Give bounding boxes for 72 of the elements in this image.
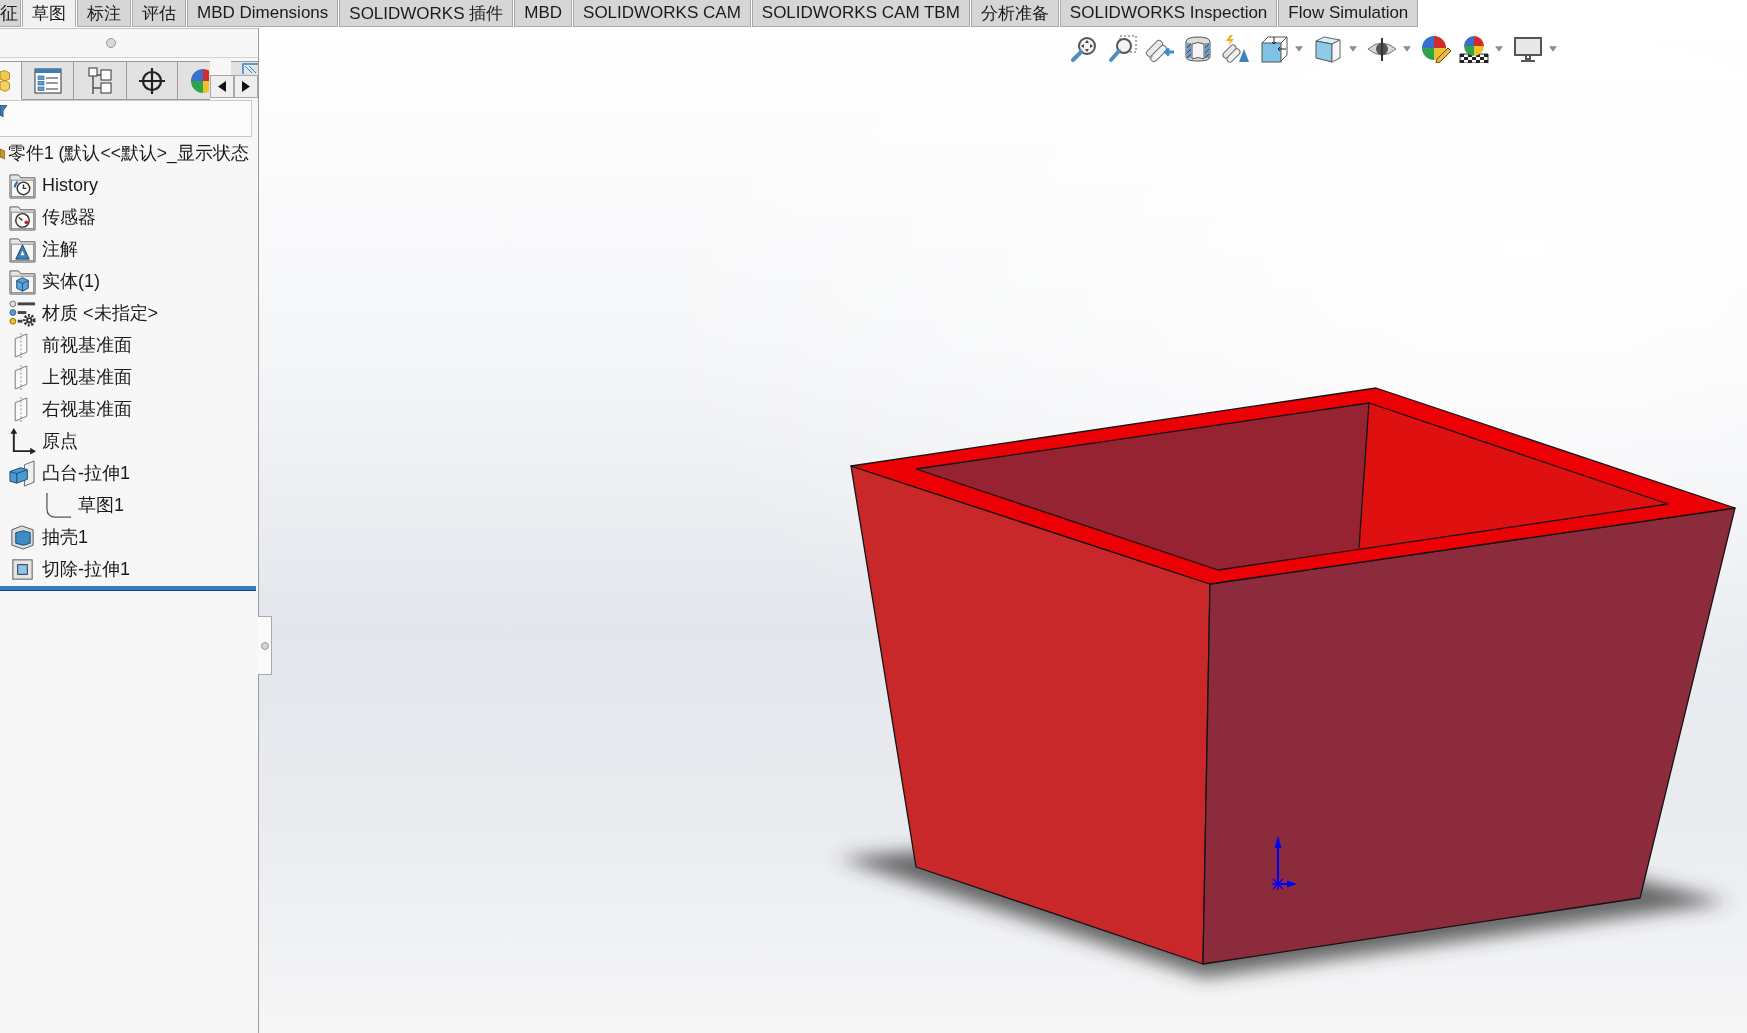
monitor-icon[interactable] [1513, 35, 1543, 63]
grip-icon [260, 641, 269, 650]
ribbon-tab[interactable]: 标注 [77, 0, 131, 27]
tree-item[interactable]: 凸台-拉伸1 [9, 458, 130, 488]
cube-arrow-icon[interactable] [1259, 35, 1289, 63]
cut-cylinder-icon[interactable] [1183, 35, 1213, 63]
ribbon-tab[interactable]: 征 [0, 0, 21, 27]
ribbon-tab[interactable]: MBD Dimensions [187, 0, 339, 27]
grip-icon[interactable] [106, 38, 116, 48]
folder-gauge-icon [9, 203, 36, 231]
magnifier-icon[interactable] [1069, 35, 1099, 63]
caret-icon[interactable] [1549, 46, 1557, 52]
cubes-icon [0, 69, 10, 92]
ribbon-tab[interactable]: MBD [514, 0, 573, 27]
rollback-bar[interactable] [0, 586, 256, 591]
tree-item[interactable]: 前视基准面 [9, 330, 132, 360]
plane-icon [14, 395, 28, 423]
eye-icon[interactable] [1367, 35, 1397, 63]
panel-splitter-handle[interactable] [258, 616, 272, 675]
sketch-curve-icon [45, 491, 72, 519]
axis-triad-icon [1271, 836, 1297, 891]
hollow-box-icon [9, 523, 36, 551]
tree-item[interactable]: 注解 [9, 234, 78, 264]
axes-icon [9, 427, 36, 455]
plane-icon [14, 363, 28, 391]
block-plate-icon [9, 459, 36, 487]
ribbon-tab[interactable]: 评估 [132, 0, 186, 27]
caret-right-icon [242, 81, 250, 92]
globe-icon [189, 67, 209, 94]
funnel-icon [0, 105, 7, 117]
tree-item[interactable]: 草图1 [45, 490, 124, 520]
tree-root-item[interactable]: 零件1 (默认<<默认>_显示状态 [0, 138, 249, 168]
crosshair-icon [139, 67, 165, 94]
magnifier-frame-icon[interactable] [1107, 35, 1137, 63]
filter-field[interactable] [0, 100, 252, 137]
tree-item[interactable]: 抽壳1 [9, 522, 88, 552]
caret-icon[interactable] [1495, 46, 1503, 52]
caret-icon[interactable] [1349, 46, 1357, 52]
tree-item[interactable]: 原点 [9, 426, 78, 456]
ball-checkered-icon[interactable] [1459, 35, 1489, 63]
ribbon-tab[interactable]: SOLIDWORKS 插件 [339, 0, 514, 27]
caret-left-icon [218, 81, 226, 92]
ribbon-tab[interactable]: SOLIDWORKS CAM [573, 0, 751, 27]
tree-item[interactable]: 右视基准面 [9, 394, 132, 424]
scroll-right-button[interactable] [234, 75, 258, 98]
list-gear-icon [9, 299, 36, 327]
folder-triangle-icon [9, 235, 36, 263]
tree-item[interactable]: 传感器 [9, 202, 96, 232]
caret-icon[interactable] [1295, 46, 1303, 52]
binoculars-lightning-icon[interactable] [1221, 35, 1251, 63]
folder-cube-icon [9, 267, 36, 295]
part-icon [0, 146, 5, 160]
ribbon-tab[interactable]: SOLIDWORKS CAM TBM [751, 0, 970, 27]
panel-tab[interactable] [127, 61, 178, 100]
tree-item[interactable]: 实体(1) [9, 266, 100, 296]
hatched-square-icon [242, 63, 258, 74]
folder-clock-icon [9, 171, 36, 199]
tree-item[interactable]: 上视基准面 [9, 362, 132, 392]
scroll-left-button[interactable] [210, 75, 234, 98]
ribbon-tab[interactable]: 草图 [22, 0, 76, 27]
tree-item[interactable]: History [9, 170, 98, 200]
ball-pencil-icon[interactable] [1421, 35, 1451, 63]
plane-icon [14, 331, 28, 359]
hierarchy-icon [88, 66, 112, 95]
tree-item[interactable]: 切除-拉伸1 [9, 554, 130, 584]
caret-icon[interactable] [1403, 46, 1411, 52]
ribbon-tab[interactable]: SOLIDWORKS Inspection [1059, 0, 1278, 27]
list-icon [33, 67, 62, 94]
ribbon-tab[interactable]: 分析准备 [970, 0, 1059, 27]
ribbon-tab[interactable]: Flow Simulation [1278, 0, 1419, 27]
shaded-cube-icon[interactable] [1313, 35, 1343, 63]
tree-item[interactable]: 材质 <未指定> [9, 298, 159, 328]
